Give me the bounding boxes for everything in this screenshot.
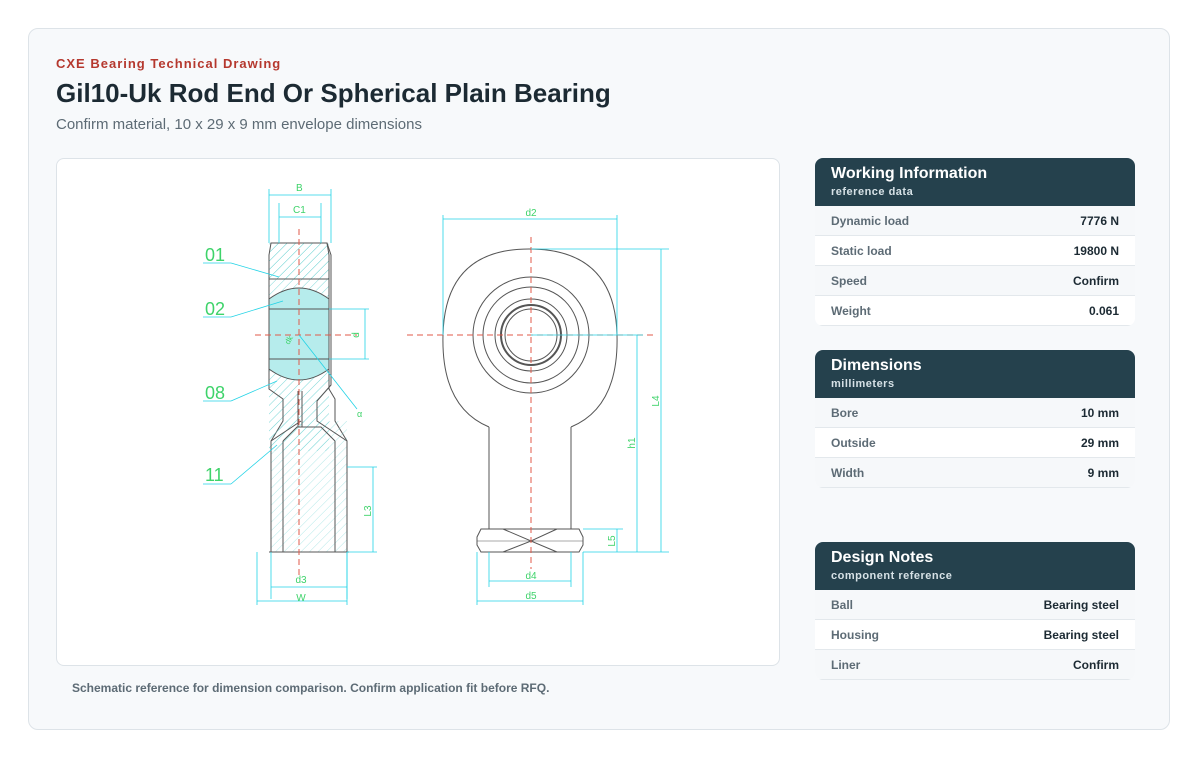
part-label-01: 01 — [205, 245, 225, 265]
dim-label-alpha: α — [357, 409, 362, 419]
side-section-view — [268, 242, 349, 553]
page-subtitle: Confirm material, 10 x 29 x 9 mm envelop… — [56, 116, 422, 133]
dim-label-d3: d3 — [295, 575, 307, 586]
part-label-11: 11 — [205, 465, 224, 485]
technical-drawing-panel: 01 02 08 11 B C1 d dk α L3 d3 W d2 L4 h1… — [56, 158, 780, 666]
working-information-subtitle: reference data — [831, 186, 914, 198]
spec-label: Static load — [831, 243, 892, 258]
spec-label: Speed — [831, 273, 868, 288]
dim-label-l4: L4 — [651, 395, 662, 407]
dimensions-card: Dimensions millimeters Bore 10 mm Outside… — [815, 350, 1135, 488]
spec-value: 9 mm — [1087, 465, 1119, 480]
working-information-header: Working Information reference data — [815, 158, 1135, 206]
design-notes-title: Design Notes — [831, 549, 934, 566]
spec-row-ball: Ball Bearing steel — [815, 590, 1135, 620]
brand-eyebrow: CXE Bearing Technical Drawing — [56, 56, 282, 71]
part-label-08: 08 — [205, 383, 225, 403]
dimensions-header: Dimensions millimeters — [815, 350, 1135, 398]
spec-row-housing: Housing Bearing steel — [815, 620, 1135, 650]
spec-row-static-load: Static load 19800 N — [815, 236, 1135, 266]
design-notes-card: Design Notes component reference Ball Bea… — [815, 542, 1135, 680]
spec-value: 7776 N — [1080, 213, 1119, 228]
spec-row-bore: Bore 10 mm — [815, 398, 1135, 428]
spec-value: 29 mm — [1080, 435, 1119, 450]
spec-label: Width — [831, 465, 865, 480]
spec-label: Weight — [831, 303, 871, 318]
dim-label-b: B — [296, 183, 303, 194]
dim-label-d5: d5 — [525, 591, 537, 602]
spec-row-liner: Liner Confirm — [815, 650, 1135, 680]
spec-row-outside: Outside 29 mm — [815, 428, 1135, 458]
dim-label-w: W — [296, 593, 306, 604]
design-notes-subtitle: component reference — [831, 570, 953, 582]
working-information-card: Working Information reference data Dynam… — [815, 158, 1135, 326]
dimensions-subtitle: millimeters — [831, 378, 895, 390]
spec-row-weight: Weight 0.061 — [815, 296, 1135, 326]
spec-value: 0.061 — [1088, 303, 1119, 318]
spec-label: Liner — [831, 657, 861, 672]
spec-row-dynamic-load: Dynamic load 7776 N — [815, 206, 1135, 236]
dim-label-d2: d2 — [525, 208, 537, 219]
dim-label-l5: L5 — [607, 535, 618, 547]
spec-value: Bearing steel — [1043, 627, 1119, 642]
spec-row-speed: Speed Confirm — [815, 266, 1135, 296]
drawing-caption: Schematic reference for dimension compar… — [72, 681, 550, 695]
part-label-02: 02 — [205, 299, 225, 319]
front-view — [442, 248, 618, 553]
dim-label-l3: L3 — [363, 505, 374, 517]
spec-label: Housing — [831, 627, 879, 642]
spec-value: Confirm — [1073, 657, 1119, 672]
spec-label: Outside — [831, 435, 876, 450]
spec-label: Ball — [831, 597, 854, 612]
dim-label-d4: d4 — [525, 571, 537, 582]
front-dimension-lines — [442, 215, 669, 605]
design-notes-rows: Ball Bearing steel Housing Bearing steel L… — [815, 590, 1135, 680]
working-information-rows: Dynamic load 7776 N Static load 19800 N Sp… — [815, 206, 1135, 326]
design-notes-header: Design Notes component reference — [815, 542, 1135, 590]
spec-label: Dynamic load — [831, 213, 910, 228]
spec-value: Confirm — [1073, 273, 1119, 288]
spec-label: Bore — [831, 405, 859, 420]
dimensions-title: Dimensions — [831, 357, 922, 374]
dim-label-d: d — [351, 332, 362, 338]
dim-label-c1: C1 — [293, 205, 306, 216]
spec-row-width: Width 9 mm — [815, 458, 1135, 488]
working-information-title: Working Information — [831, 165, 988, 182]
page-title: Gil10-Uk Rod End Or Spherical Plain Bear… — [56, 78, 611, 108]
technical-drawing: 01 02 08 11 B C1 d dk α L3 d3 W d2 L4 h1… — [203, 183, 669, 605]
part-labels: 01 02 08 11 — [205, 245, 225, 485]
dim-label-h1: h1 — [627, 437, 638, 449]
spec-value: 10 mm — [1080, 405, 1119, 420]
spec-value: Bearing steel — [1043, 597, 1119, 612]
dimensions-rows: Bore 10 mm Outside 29 mm Width 9 mm — [815, 398, 1135, 488]
spec-value: 19800 N — [1073, 243, 1119, 258]
